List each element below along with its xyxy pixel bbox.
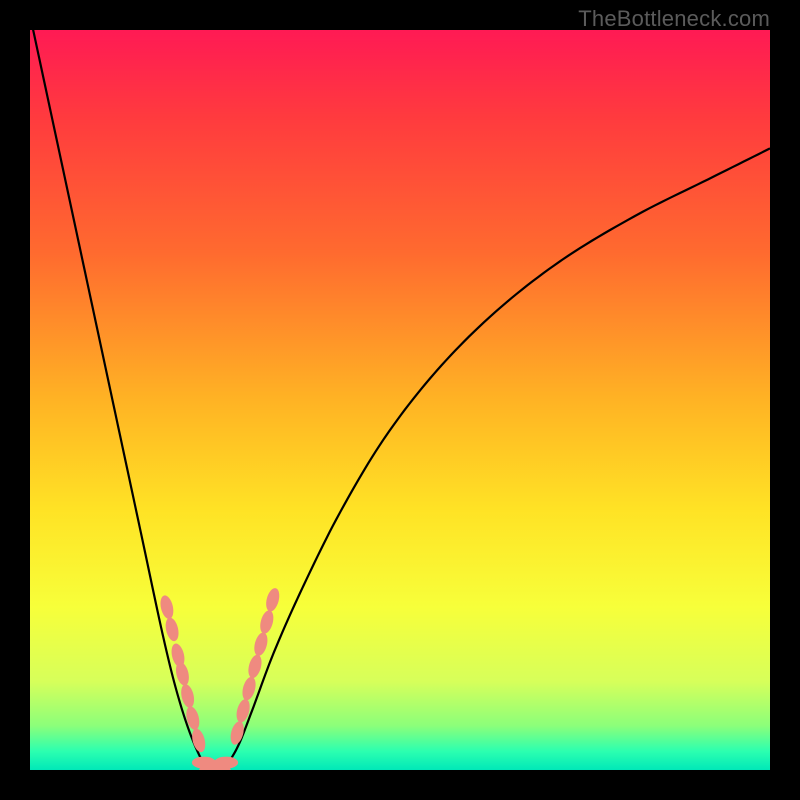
watermark-text: TheBottleneck.com (578, 6, 770, 32)
curve-marker (264, 587, 282, 613)
curve-marker (258, 609, 276, 635)
curve-marker (158, 594, 175, 620)
curve-marker (164, 616, 181, 642)
outer-frame: TheBottleneck.com (0, 0, 800, 800)
curve-marker (252, 631, 270, 657)
curve-marker (214, 757, 238, 769)
chart-svg (30, 30, 770, 770)
curve-marker (246, 653, 264, 679)
curve-marker (184, 705, 201, 731)
plot-area (30, 30, 770, 770)
bottleneck-curve (30, 30, 770, 770)
curve-marker (240, 675, 258, 701)
